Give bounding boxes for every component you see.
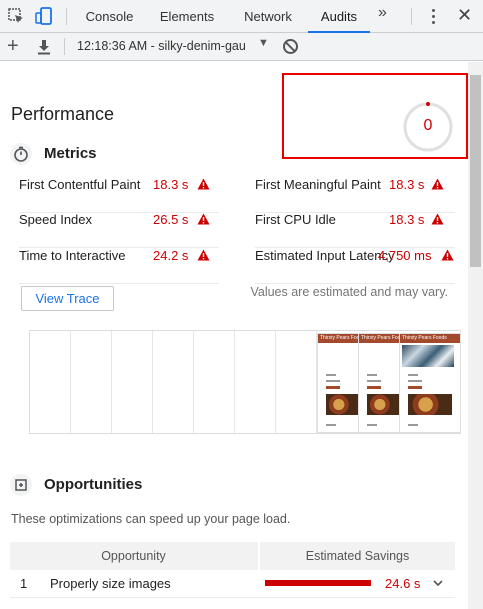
metric-value: 26.5 s <box>153 212 189 227</box>
section-title-opportunities: Opportunities <box>44 476 143 493</box>
divider <box>64 38 65 55</box>
more-tabs-icon[interactable]: » <box>378 4 387 22</box>
filmstrip-frame-blank <box>276 331 317 433</box>
performance-score-value: 0 <box>423 117 433 134</box>
metric-label: First CPU Idle <box>255 212 336 227</box>
filmstrip-frame-blank <box>112 331 153 433</box>
table-row[interactable]: 1 Properly size images 24.6 s <box>10 570 455 598</box>
metric-speed-index: Speed Index 26.5 s <box>19 212 219 248</box>
download-report-icon[interactable] <box>37 39 51 55</box>
filmstrip-frame: Thirsty Pears Foods <box>317 333 365 433</box>
filmstrip-frame-blank <box>235 331 276 433</box>
thumb-header-text: Thirsty Pears Foods <box>402 335 447 341</box>
filmstrip-frame: Thirsty Pears Foods <box>358 333 406 433</box>
new-audit-icon[interactable]: + <box>7 35 19 57</box>
inspect-element-icon[interactable] <box>7 7 25 25</box>
metric-label: Estimated Input Latency <box>255 248 395 263</box>
opportunities-icon <box>10 474 32 496</box>
view-trace-button[interactable]: View Trace <box>21 286 114 311</box>
opportunities-description: These optimizations can speed up your pa… <box>11 512 291 526</box>
column-header-opportunity: Opportunity <box>101 549 166 563</box>
metric-estimated-input-latency: Estimated Input Latency 4,750 ms <box>255 248 455 284</box>
savings-bar <box>265 580 371 586</box>
metric-value: 24.2 s <box>153 248 189 263</box>
warning-icon <box>197 249 210 261</box>
thumb-text-line <box>326 374 336 376</box>
filmstrip-frame-blank <box>153 331 194 433</box>
thumb-food-image <box>367 394 399 415</box>
divider <box>66 8 67 25</box>
thumb-text-line <box>326 424 336 426</box>
thumb-text-line <box>408 424 418 426</box>
audits-toolbar: + 12:18:36 AM - silky-denim-gau ▼ <box>0 33 483 61</box>
tab-network[interactable]: Network <box>231 0 305 33</box>
devtools-tabbar: Console Elements Network Audits » ✕ <box>0 0 483 33</box>
thumb-text-line <box>367 424 377 426</box>
filmstrip-frame-blank <box>30 331 71 433</box>
tab-elements[interactable]: Elements <box>150 0 224 33</box>
metric-label: Speed Index <box>19 212 93 227</box>
thumb-text-line <box>367 374 377 376</box>
report-selector[interactable]: 12:18:36 AM - silky-denim-gau <box>77 39 246 53</box>
metric-time-to-interactive: Time to Interactive 24.2 s <box>19 248 219 284</box>
clear-all-icon[interactable] <box>283 39 298 54</box>
thumb-text-line <box>326 380 340 382</box>
thumb-button <box>408 386 422 389</box>
tab-console[interactable]: Console <box>74 0 145 33</box>
section-title-performance: Performance <box>11 104 115 124</box>
chevron-down-icon[interactable]: ▼ <box>258 37 269 49</box>
thumb-text-line <box>367 380 381 382</box>
thumb-button <box>326 386 340 389</box>
metric-first-meaningful-paint: First Meaningful Paint 18.3 s <box>255 177 455 213</box>
row-index: 1 <box>20 576 28 591</box>
metric-label: First Meaningful Paint <box>255 177 381 192</box>
kebab-menu-icon[interactable] <box>432 9 436 25</box>
metric-first-contentful-paint: First Contentful Paint 18.3 s <box>19 177 219 213</box>
thumb-text-line <box>408 374 418 376</box>
metric-value: 18.3 s <box>389 212 425 227</box>
tab-audits[interactable]: Audits <box>308 0 370 33</box>
row-savings-value: 24.6 s <box>385 576 421 591</box>
metric-value: 18.3 s <box>389 177 425 192</box>
filmstrip: Thirsty Pears Foods Thirsty Pears Foods … <box>29 330 461 434</box>
filmstrip-frame-blank <box>71 331 112 433</box>
metric-value: 4,750 ms <box>378 248 432 263</box>
stopwatch-icon <box>10 143 32 165</box>
metric-value: 18.3 s <box>153 177 189 192</box>
filmstrip-frame-blank <box>194 331 235 433</box>
thumb-food-image <box>326 394 358 415</box>
warning-icon <box>197 178 210 190</box>
row-opportunity-name: Properly size images <box>50 576 171 591</box>
opportunities-table-header: Opportunity Estimated Savings <box>10 542 455 570</box>
close-devtools-icon[interactable]: ✕ <box>457 5 472 26</box>
thumb-food-image <box>408 394 452 415</box>
thumb-text-line <box>408 380 422 382</box>
warning-icon <box>431 178 444 190</box>
thumb-hero-image <box>402 345 454 367</box>
chevron-down-icon[interactable] <box>432 577 444 589</box>
metric-label: Time to Interactive <box>19 248 126 263</box>
scrollbar-thumb[interactable] <box>470 75 481 267</box>
warning-icon <box>431 213 444 225</box>
metric-label: First Contentful Paint <box>19 177 141 192</box>
divider <box>411 8 412 25</box>
filmstrip-frame: Thirsty Pears Foods <box>399 333 461 433</box>
column-header-savings: Estimated Savings <box>258 542 455 570</box>
warning-icon <box>197 213 210 225</box>
warning-icon <box>441 249 454 261</box>
metrics-disclaimer: Values are estimated and may vary. <box>250 285 448 299</box>
device-toolbar-icon[interactable] <box>35 7 53 25</box>
section-title-metrics: Metrics <box>44 145 97 162</box>
metric-first-cpu-idle: First CPU Idle 18.3 s <box>255 212 455 248</box>
thumb-button <box>367 386 381 389</box>
